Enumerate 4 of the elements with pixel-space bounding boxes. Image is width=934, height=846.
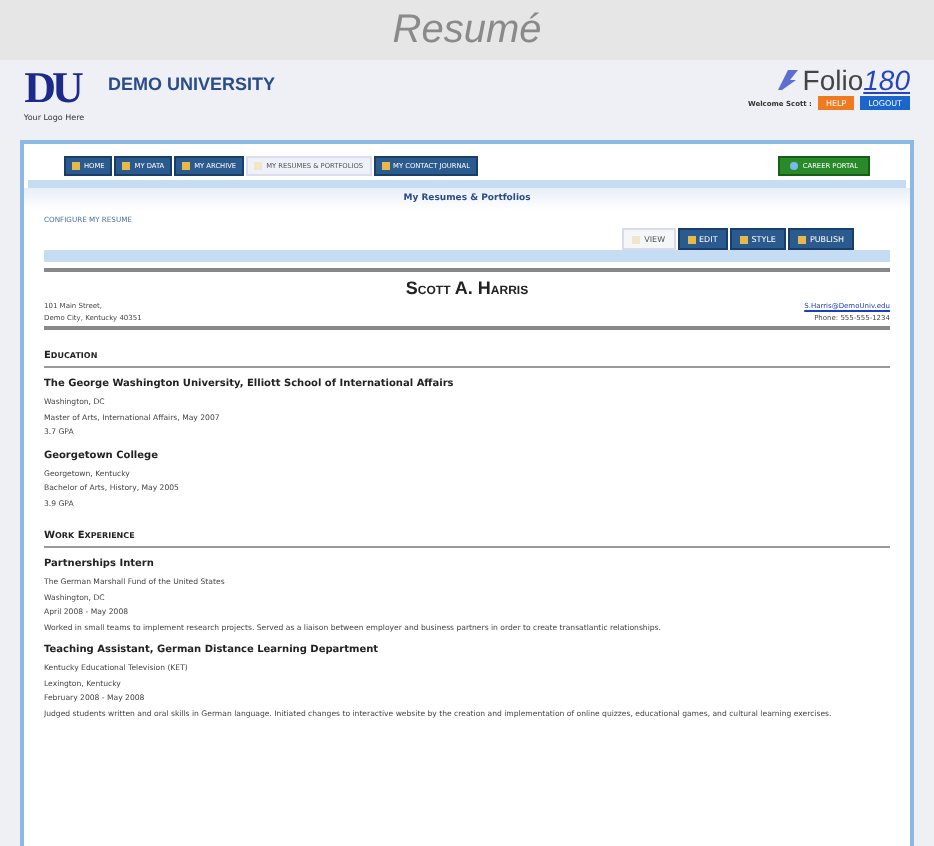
resume-name: Scott A. Harris [403,278,531,298]
folio-logo: Folio180 [774,64,910,96]
page-title: Resumé [392,7,542,53]
university-name: DEMO UNIVERSITY [108,74,276,94]
